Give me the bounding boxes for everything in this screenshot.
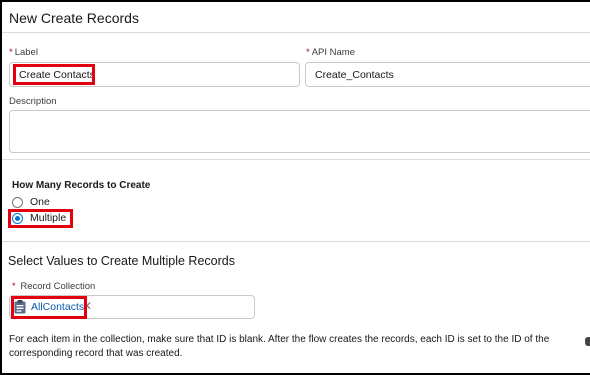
- record-collection-label: * Record Collection: [12, 281, 96, 292]
- collection-pill-value: AllContacts: [31, 301, 85, 313]
- api-name-field-label: * API Name: [306, 47, 355, 58]
- how-many-heading: How Many Records to Create: [12, 180, 151, 191]
- modal-header: New Create Records: [2, 2, 590, 33]
- select-values-title: Select Values to Create Multiple Records: [8, 254, 235, 268]
- section-divider: [2, 159, 590, 160]
- required-mark: *: [9, 47, 13, 58]
- modal-title: New Create Records: [9, 10, 139, 26]
- section-divider: [2, 241, 590, 242]
- api-name-input[interactable]: Create_Contacts: [305, 62, 590, 87]
- help-text: For each item in the collection, make su…: [9, 334, 550, 359]
- api-name-input-value: Create_Contacts: [315, 69, 394, 81]
- required-mark: *: [306, 47, 310, 58]
- scrollbar-handle[interactable]: [585, 337, 590, 346]
- description-field-label: Description: [9, 96, 57, 107]
- radio-button-selected[interactable]: [12, 213, 23, 224]
- collection-icon: [14, 300, 26, 314]
- label-input-value: Create Contacts: [19, 69, 95, 81]
- label-field-label: * Label: [9, 47, 38, 58]
- radio-button[interactable]: [12, 197, 23, 208]
- record-collection-input[interactable]: AllContacts ✕: [9, 295, 255, 319]
- label-input[interactable]: Create Contacts: [9, 62, 300, 87]
- description-textarea[interactable]: [9, 110, 590, 153]
- required-mark: *: [12, 281, 16, 292]
- radio-label: Multiple: [30, 212, 67, 224]
- radio-label: One: [30, 196, 50, 208]
- clear-selection-icon[interactable]: ✕: [82, 299, 92, 313]
